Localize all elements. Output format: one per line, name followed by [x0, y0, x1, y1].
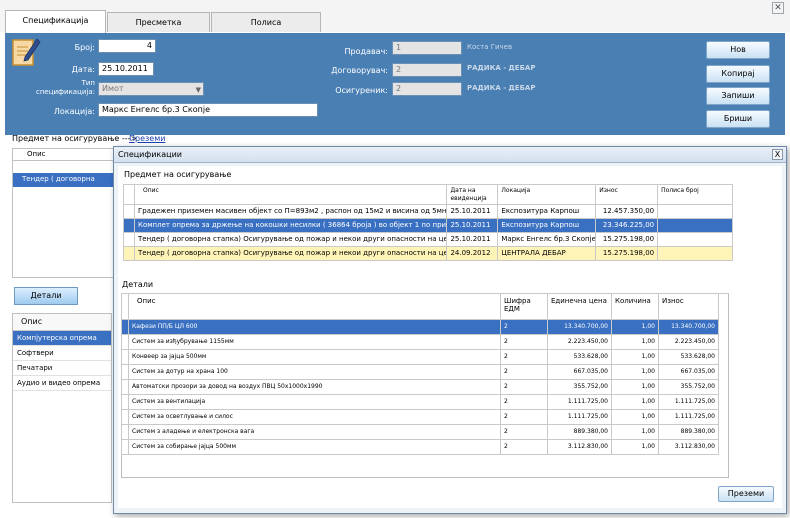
- list-item[interactable]: Аудио и видео опрема: [13, 376, 111, 391]
- detali-button[interactable]: Детали: [14, 287, 78, 305]
- list-item[interactable]: Компјутерска опрема: [13, 331, 111, 346]
- column-header-lokacija: Локација: [498, 185, 597, 205]
- osiguren-code-input[interactable]: 2: [392, 82, 462, 96]
- list-item[interactable]: Печатари: [13, 361, 111, 376]
- kopiraj-button[interactable]: Копирај: [706, 65, 770, 83]
- prodavac-code-input[interactable]: 1: [392, 41, 462, 55]
- tab-presmetka[interactable]: Пресметка: [107, 12, 210, 32]
- table-row[interactable]: Систем за собирање јајца 500мм 2 3.112.8…: [122, 440, 729, 455]
- dialog-title: Спецификации: [114, 147, 786, 163]
- table-row[interactable]: Градежен приземен масивен објект со П=89…: [124, 205, 734, 219]
- detali-table: Опис Шифра ЕДМ Единечна цена Количина Из…: [121, 293, 729, 455]
- specifikacii-dialog: Спецификации X Предмет на осигурување Оп…: [113, 146, 787, 514]
- table-header-row: Опис Шифра ЕДМ Единечна цена Количина Из…: [122, 294, 729, 320]
- prezemi-button[interactable]: Преземи: [718, 486, 774, 502]
- predmet-table: Опис Дата на евиденција Локација Износ П…: [123, 184, 734, 261]
- table-row[interactable]: Систем за осветлување и силос 2 1.111.72…: [122, 410, 729, 425]
- column-header-opis: Опис: [135, 185, 448, 205]
- dialog-close-icon[interactable]: X: [772, 149, 783, 160]
- table-row[interactable]: Конвеер за јајца 500мм 2 533.628,00 1,00…: [122, 350, 729, 365]
- table-row[interactable]: Систем за изђубрување 1155мм 2 2.223.450…: [122, 335, 729, 350]
- prodavac-name: Коста Гичев: [467, 43, 513, 51]
- datum-input[interactable]: 25.10.2011: [98, 62, 154, 76]
- column-header-opis: Опис: [129, 294, 501, 320]
- column-header-data: Дата на евиденција: [447, 185, 499, 205]
- column-header-iznos: Износ: [659, 294, 719, 320]
- chevron-down-icon: ▼: [195, 86, 201, 94]
- datum-label: Дата:: [71, 65, 95, 74]
- tip-specifikacija-value: Имот: [102, 84, 124, 93]
- dogovorvac-label: Договорувач:: [331, 66, 388, 75]
- table-row[interactable]: Тендер ( договорна стапка) Осигурување о…: [124, 247, 734, 261]
- header-panel: Број: 4 Дата: 25.10.2011 Тип спецификаци…: [5, 33, 785, 135]
- detali-section-label: Детали: [122, 280, 154, 289]
- broj-input[interactable]: 4: [98, 39, 156, 53]
- table-header-row: Опис Дата на евиденција Локација Износ П…: [124, 185, 734, 205]
- tip-specifikacija-select[interactable]: Имот ▼: [98, 82, 204, 96]
- table-row[interactable]: Комплет опрема за држење на кокошки неси…: [124, 219, 734, 233]
- dogovorvac-code-input[interactable]: 2: [392, 63, 462, 77]
- table-row[interactable]: Автоматски прозори за довод на воздух ПВ…: [122, 380, 729, 395]
- tip-specifikacija-label: Тип спецификација:: [35, 79, 95, 96]
- table-row[interactable]: Систем за дотур на храна 100 2 667.035,0…: [122, 365, 729, 380]
- brisi-button[interactable]: Бриши: [706, 110, 770, 128]
- predmet-grid: Опис Тендер ( договорна стапка): [12, 148, 116, 278]
- specification-window: Спецификација Пресметка Полиса ✕ Број: 4…: [0, 0, 790, 518]
- prodavac-label: Продавач:: [344, 47, 388, 56]
- predmet-section-label: Предмет на осигурување: [124, 170, 232, 179]
- table-row[interactable]: Систем за вентилација 2 1.111.725,00 1,0…: [122, 395, 729, 410]
- list-item[interactable]: Софтвери: [13, 346, 111, 361]
- category-list-header: Опис: [13, 314, 111, 331]
- table-row[interactable]: Тендер ( договорна стапка) Осигурување о…: [124, 233, 734, 247]
- column-header-iznos: Износ: [596, 185, 659, 205]
- tab-bar: Спецификација Пресметка Полиса ✕: [0, 0, 790, 33]
- dialog-body: Предмет на осигурување Опис Дата на евид…: [118, 166, 782, 508]
- predmet-grid-row[interactable]: Тендер ( договорна стапка): [13, 173, 115, 196]
- nov-button[interactable]: Нов: [706, 41, 770, 59]
- predmet-label: Предмет на осигурување --->: [12, 134, 138, 143]
- tab-polisa[interactable]: Полиса: [211, 12, 321, 32]
- broj-label: Број:: [74, 43, 95, 52]
- column-header-sifra: Шифра ЕДМ: [501, 294, 548, 320]
- predmet-grid-header: Опис: [13, 149, 115, 161]
- lokacija-input[interactable]: Маркс Енгелс бр.3 Скопје: [98, 103, 318, 117]
- document-pen-icon: [12, 38, 41, 66]
- osiguren-label: Осигуреник:: [335, 86, 388, 95]
- column-header-kolicina: Количина: [612, 294, 659, 320]
- zapisi-button[interactable]: Запиши: [706, 87, 770, 105]
- table-row[interactable]: Кафези ПП/Б ЦЛ 600 2 13.340.700,00 1,00 …: [122, 320, 729, 335]
- close-icon[interactable]: ✕: [772, 2, 784, 14]
- column-header-polisa: Полиса број: [658, 185, 734, 205]
- tab-specifikacija[interactable]: Спецификација: [5, 10, 106, 33]
- osiguren-name: РАДИКА - ДЕБАР: [467, 84, 536, 92]
- table-row[interactable]: Систем з аладење и електронска вага 2 88…: [122, 425, 729, 440]
- lokacija-label: Локација:: [53, 107, 95, 116]
- column-header-cena: Единечна цена: [548, 294, 612, 320]
- prezemi-link[interactable]: Преземи: [129, 134, 165, 143]
- category-list: Опис Компјутерска опрема Софтвери Печата…: [12, 313, 112, 503]
- dogovorvac-name: РАДИКА - ДЕБАР: [467, 64, 536, 72]
